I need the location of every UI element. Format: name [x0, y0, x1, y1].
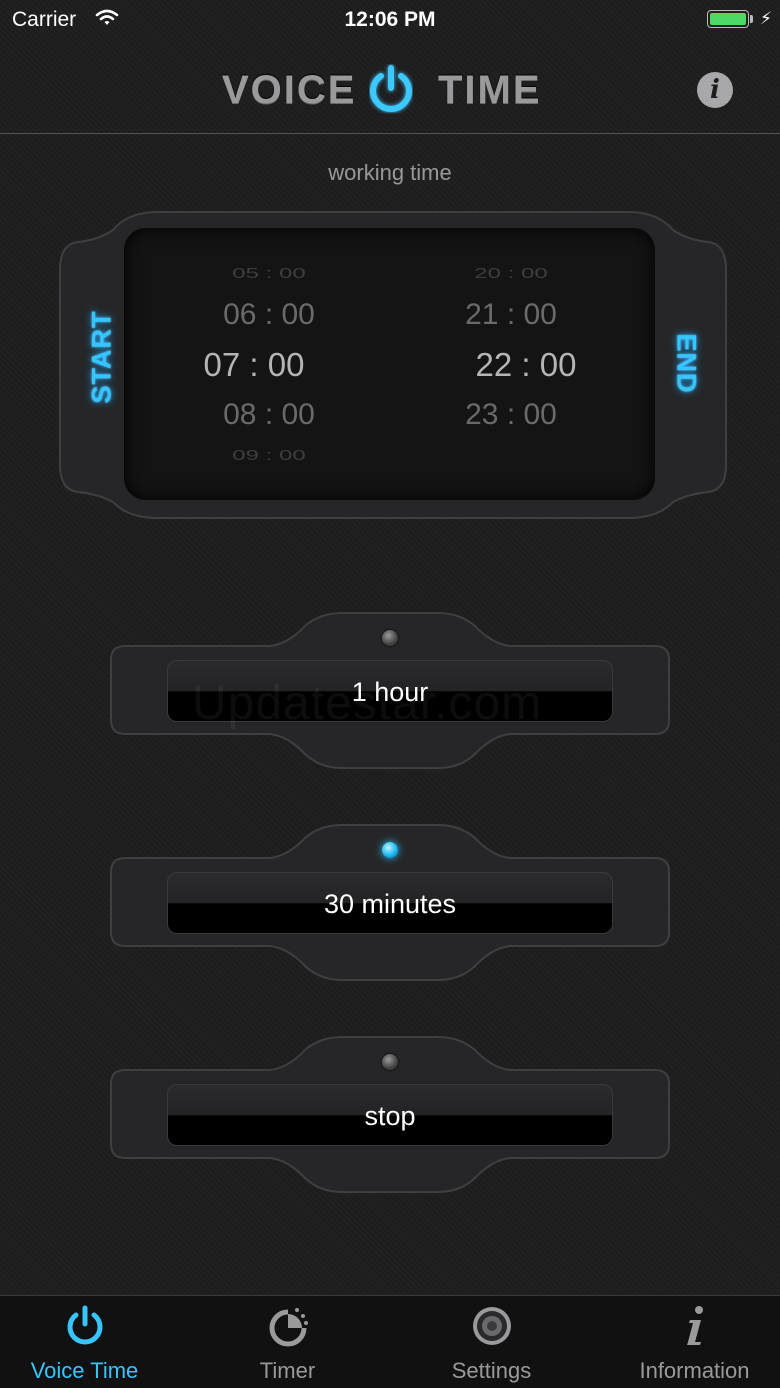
start-time-option[interactable]: 08 : 00	[169, 398, 369, 432]
app-header: VOICE TIME i	[0, 40, 780, 134]
logo-voice: VOICE	[222, 68, 357, 112]
power-icon	[64, 1304, 106, 1348]
info-icon	[674, 1304, 716, 1348]
tab-voice-time[interactable]: Voice Time	[0, 1296, 182, 1388]
tab-timer[interactable]: Timer	[190, 1296, 385, 1388]
start-label: START	[86, 310, 117, 404]
status-time: 12:06 PM	[344, 8, 436, 31]
end-time-option[interactable]: 20 : 00	[411, 266, 611, 283]
tab-label: Timer	[259, 1358, 316, 1383]
logo-time: TIME	[438, 68, 542, 112]
timer-icon	[267, 1304, 309, 1348]
power-icon	[367, 64, 415, 116]
stop-button[interactable]: stop	[167, 1084, 613, 1146]
tab-information[interactable]: Information	[597, 1296, 780, 1388]
option-stop: stop	[110, 1036, 670, 1196]
battery-tip	[750, 15, 753, 23]
watermark: Updatestar.com	[192, 677, 543, 730]
led-indicator	[382, 630, 398, 646]
end-time-selected[interactable]: 22 : 00	[426, 346, 626, 384]
time-picker[interactable]: 05 : 00 06 : 00 07 : 00 08 : 00 09 : 00 …	[124, 228, 655, 500]
working-time-label: working time	[328, 160, 452, 185]
tab-label: Voice Time	[30, 1358, 139, 1383]
tab-settings[interactable]: Settings	[394, 1296, 589, 1388]
end-time-option[interactable]: 23 : 00	[411, 398, 611, 432]
charging-icon: ⚡	[760, 9, 772, 28]
thirty-minutes-button[interactable]: 30 minutes	[167, 872, 613, 934]
tab-bar: Voice Time Timer Settings Information	[0, 1295, 780, 1388]
led-indicator	[382, 1054, 398, 1070]
start-time-selected[interactable]: 07 : 00	[154, 346, 354, 384]
start-time-option[interactable]: 05 : 00	[169, 266, 369, 283]
tab-label: Information	[639, 1358, 750, 1383]
end-label: END	[671, 333, 702, 394]
status-bar: Carrier 12:06 PM ⚡	[0, 0, 780, 40]
speaker-icon	[471, 1304, 513, 1348]
battery-icon	[707, 10, 749, 28]
start-time-option[interactable]: 06 : 00	[169, 298, 369, 332]
led-indicator-active	[382, 842, 398, 858]
option-30-minutes: 30 minutes	[110, 824, 670, 984]
start-time-option[interactable]: 09 : 00	[169, 448, 369, 465]
end-time-option[interactable]: 21 : 00	[411, 298, 611, 332]
info-icon[interactable]: i	[697, 72, 733, 108]
tab-label: Settings	[451, 1358, 532, 1383]
